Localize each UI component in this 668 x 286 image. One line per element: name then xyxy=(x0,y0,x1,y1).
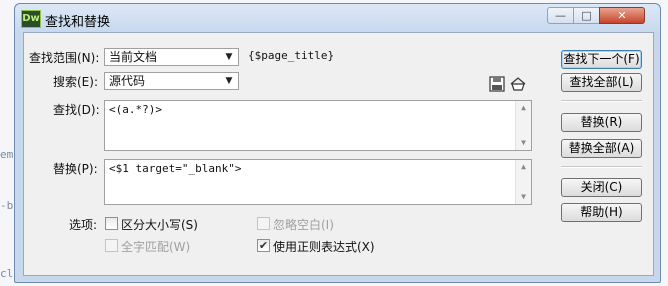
window-title: 查找和替换 xyxy=(45,15,111,30)
scope-label: 查找范围(N): xyxy=(29,51,100,65)
find-scrollbar[interactable]: ▲ ▼ xyxy=(515,101,531,150)
search-select[interactable]: 源代码 ▼ xyxy=(104,72,239,90)
options-label: 选项: xyxy=(69,218,98,232)
find-label: 查找(D): xyxy=(53,103,100,117)
find-next-button[interactable]: 查找下一个(F) xyxy=(561,50,642,69)
button-divider xyxy=(561,100,642,102)
scope-select[interactable]: 当前文档 ▼ xyxy=(104,48,239,66)
replace-scrollbar[interactable]: ▲ ▼ xyxy=(515,160,531,204)
find-all-button[interactable]: 查找全部(L) xyxy=(561,73,642,92)
scope-extra-text: {$page_title} xyxy=(248,49,335,62)
title-bar[interactable]: Dw 查找和替换 — □ ✕ xyxy=(15,4,660,32)
save-icon[interactable] xyxy=(488,76,506,92)
replace-input-value: <$1 target="_blank"> xyxy=(109,162,242,175)
background-fragment: em xyxy=(0,148,14,161)
chevron-down-icon: ▼ xyxy=(225,76,233,86)
replace-all-button[interactable]: 替换全部(A) xyxy=(561,139,642,158)
maximize-button[interactable]: □ xyxy=(573,7,600,24)
replace-button[interactable]: 替换(R) xyxy=(561,113,642,132)
open-folder-icon[interactable] xyxy=(509,76,527,92)
ignore-whitespace-checkbox[interactable] xyxy=(257,217,270,230)
replace-input[interactable]: <$1 target="_blank"> ▲ ▼ xyxy=(104,159,532,205)
close-window-button[interactable]: ✕ xyxy=(599,7,645,24)
use-regex-checkbox[interactable]: ✔ xyxy=(257,239,270,252)
search-select-value: 源代码 xyxy=(109,74,146,88)
scope-select-value: 当前文档 xyxy=(109,50,158,64)
chevron-down-icon: ▼ xyxy=(225,52,233,62)
scroll-up-icon[interactable]: ▲ xyxy=(516,101,531,115)
scroll-down-icon[interactable]: ▼ xyxy=(516,136,531,150)
background-fragment: cl xyxy=(0,267,14,280)
button-divider xyxy=(561,166,642,168)
help-button[interactable]: 帮助(H) xyxy=(561,203,642,222)
search-label: 搜索(E): xyxy=(53,75,98,89)
use-regex-label[interactable]: 使用正则表达式(X) xyxy=(273,238,375,255)
dreamweaver-app-icon: Dw xyxy=(21,10,41,28)
close-button[interactable]: 关闭(C) xyxy=(561,178,642,197)
find-replace-dialog: Dw 查找和替换 — □ ✕ 查找范围(N): 当前文档 ▼ {$page_ti… xyxy=(14,3,661,283)
replace-label: 替换(P): xyxy=(53,162,98,176)
whole-word-label[interactable]: 全字匹配(W) xyxy=(121,238,190,255)
dialog-body: 查找范围(N): 当前文档 ▼ {$page_title} 搜索(E): 源代码… xyxy=(23,32,654,276)
find-input[interactable]: <(a.*?)> ▲ ▼ xyxy=(104,100,532,151)
ignore-whitespace-label[interactable]: 忽略空白(I) xyxy=(273,216,334,233)
scroll-down-icon[interactable]: ▼ xyxy=(516,190,531,204)
match-case-label[interactable]: 区分大小写(S) xyxy=(121,216,198,233)
background-fragment: -b xyxy=(0,199,14,212)
scroll-up-icon[interactable]: ▲ xyxy=(516,160,531,174)
whole-word-checkbox[interactable] xyxy=(105,239,118,252)
find-input-value: <(a.*?)> xyxy=(109,103,162,116)
match-case-checkbox[interactable] xyxy=(105,217,118,230)
minimize-button[interactable]: — xyxy=(547,7,574,24)
